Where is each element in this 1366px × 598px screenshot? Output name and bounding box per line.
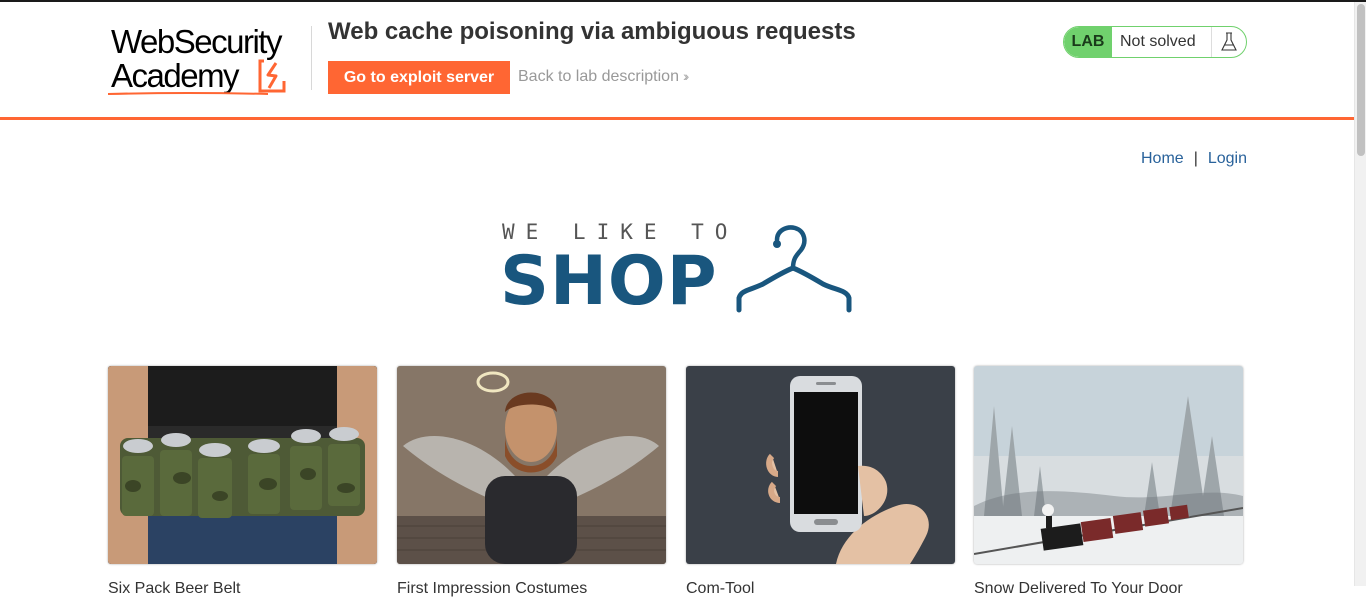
login-link[interactable]: Login [1208, 150, 1247, 167]
nav-separator: | [1193, 150, 1198, 167]
product-card[interactable]: First Impression Costumes [397, 366, 666, 597]
logo-line1: WebSecurity [111, 23, 282, 60]
logo-line2: Academy [111, 57, 240, 94]
logo-lightning-icon [258, 59, 286, 93]
product-image-beer-belt[interactable] [108, 366, 377, 564]
header-divider [311, 26, 312, 90]
product-card[interactable]: Com-Tool [686, 366, 955, 597]
back-link-label: Back to lab description [518, 68, 679, 85]
header-rule [0, 117, 1354, 120]
product-name: First Impression Costumes [397, 580, 588, 597]
banner-title: SHOP [500, 242, 718, 321]
lab-header: WebSecurity Academy Web cache poisoning … [0, 2, 1354, 118]
lab-status-widget: LAB Not solved [1063, 26, 1247, 58]
back-to-lab-description-link[interactable]: Back to lab description ›› [518, 68, 690, 86]
hanger-icon [736, 225, 852, 313]
product-card[interactable]: Six Pack Beer Belt [108, 366, 377, 597]
banner-tagline: WE LIKE TO [502, 220, 739, 244]
flask-icon [1211, 27, 1246, 57]
academy-logo[interactable]: WebSecurity Academy [108, 22, 308, 96]
product-name: Six Pack Beer Belt [108, 580, 241, 597]
product-card[interactable]: Snow Delivered To Your Door [974, 366, 1243, 597]
page-scrollbar[interactable] [1354, 2, 1366, 586]
top-nav: Home | Login [1141, 150, 1247, 168]
lab-title: Web cache poisoning via ambiguous reques… [328, 18, 856, 45]
lab-status-text: Not solved [1120, 33, 1196, 50]
double-chevron-right-icon: ›› [682, 68, 690, 84]
lab-badge: LAB [1064, 27, 1112, 57]
logo-underline [108, 92, 268, 95]
home-link[interactable]: Home [1141, 150, 1184, 167]
shop-banner: WE LIKE TO SHOP [500, 220, 860, 321]
scrollbar-thumb[interactable] [1357, 4, 1365, 156]
product-image-angel-costume[interactable] [397, 366, 666, 564]
exploit-server-button[interactable]: Go to exploit server [328, 61, 510, 94]
product-name: Com-Tool [686, 580, 755, 597]
product-image-com-tool[interactable] [686, 366, 955, 564]
product-name: Snow Delivered To Your Door [974, 580, 1183, 597]
product-image-snow-train[interactable] [974, 366, 1243, 564]
